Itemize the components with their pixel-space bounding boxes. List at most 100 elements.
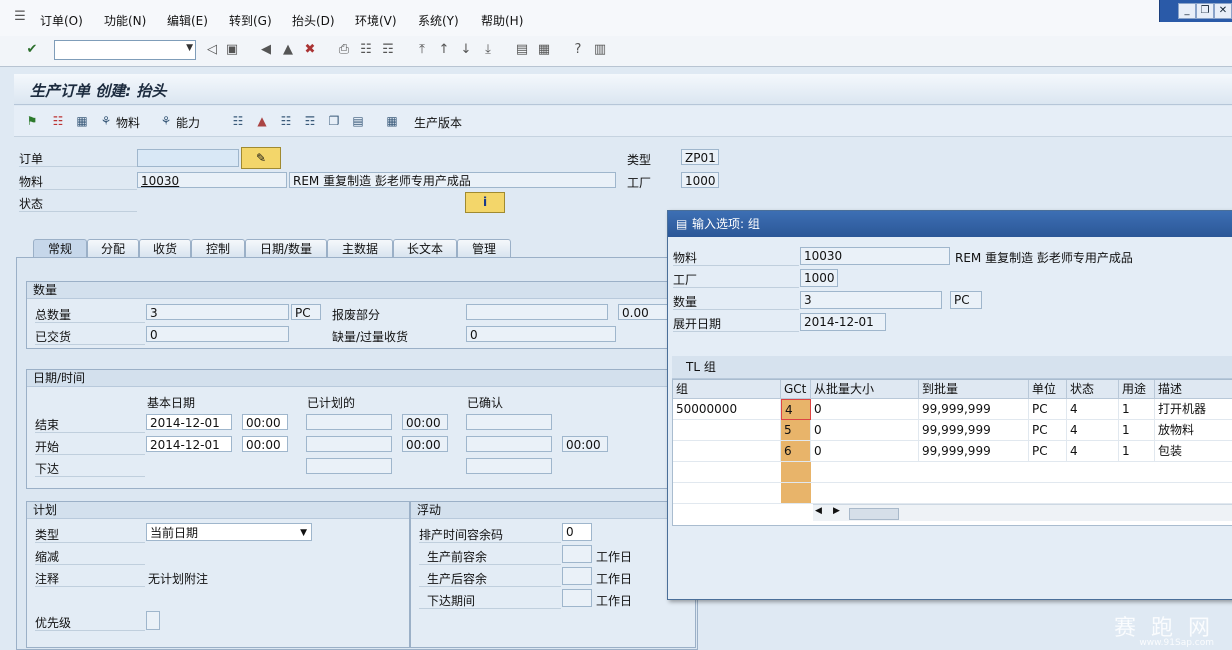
col-header-gct[interactable]: GCt xyxy=(781,380,811,399)
chevron-down-icon[interactable]: ▼ xyxy=(186,43,193,53)
chevron-down-icon[interactable]: ▼ xyxy=(300,524,307,540)
find-next-icon[interactable]: ☶ xyxy=(380,42,396,58)
exit-icon[interactable]: ▲ xyxy=(280,42,296,58)
tab-administration[interactable]: 管理 xyxy=(457,239,511,258)
plan-type-select[interactable]: 当前日期 ▼ xyxy=(146,523,312,541)
end-date-field[interactable]: 2014-12-01 xyxy=(146,414,232,430)
hat-icon[interactable]: ▲ xyxy=(254,113,270,129)
structure-icon[interactable]: ☶ xyxy=(302,113,318,129)
capacity-button[interactable]: 能力 xyxy=(176,114,200,131)
menu-function[interactable]: 功能(N) xyxy=(104,12,146,29)
tab-goods-receipt[interactable]: 收货 xyxy=(139,239,191,258)
menu-system[interactable]: 系统(Y) xyxy=(418,12,459,29)
row3-to-lot[interactable]: 99,999,999 xyxy=(919,441,1029,462)
edit-order-button[interactable]: ✎ xyxy=(241,147,281,169)
cancel-icon[interactable]: ✖ xyxy=(302,42,318,58)
material-icon[interactable]: ⚘ xyxy=(98,113,114,129)
menu-environment[interactable]: 环境(V) xyxy=(355,12,397,29)
capacity-icon[interactable]: ⚘ xyxy=(158,113,174,129)
row1-description[interactable]: 打开机器 xyxy=(1155,399,1232,420)
sched-margin-field[interactable]: 0 xyxy=(562,523,592,541)
new-session-icon[interactable]: ▤ xyxy=(514,42,530,58)
tab-general[interactable]: 常规 xyxy=(33,239,87,258)
row1-status[interactable]: 4 xyxy=(1067,399,1119,420)
menu-order[interactable]: 订单(O) xyxy=(40,12,83,29)
row2-to-lot[interactable]: 99,999,999 xyxy=(919,420,1029,441)
enter-icon[interactable]: ✔ xyxy=(24,42,40,58)
row1-group[interactable]: 50000000 xyxy=(673,399,781,420)
end-time-field[interactable]: 00:00 xyxy=(242,414,288,430)
find-icon[interactable]: ☷ xyxy=(358,42,374,58)
order-field[interactable] xyxy=(137,149,239,167)
row1-usage[interactable]: 1 xyxy=(1119,399,1155,420)
copy-icon[interactable]: ❐ xyxy=(326,113,342,129)
row3-usage[interactable]: 1 xyxy=(1119,441,1155,462)
menu-goto[interactable]: 转到(G) xyxy=(229,12,272,29)
scroll-thumb[interactable] xyxy=(849,508,899,520)
row3-unit[interactable]: PC xyxy=(1029,441,1067,462)
prev-page-icon[interactable]: ↑ xyxy=(436,42,452,58)
row2-usage[interactable]: 1 xyxy=(1119,420,1155,441)
row2-description[interactable]: 放物料 xyxy=(1155,420,1232,441)
first-page-icon[interactable]: ⤒ xyxy=(414,42,430,58)
command-field[interactable]: ▼ xyxy=(54,40,196,60)
col-header-usage[interactable]: 用途 xyxy=(1119,380,1155,399)
help-icon[interactable]: ? xyxy=(570,42,586,58)
close-icon[interactable]: ✕ xyxy=(1214,3,1232,19)
horizontal-scrollbar[interactable]: ◀ ▶ xyxy=(813,504,1232,521)
start-date-field[interactable]: 2014-12-01 xyxy=(146,436,232,452)
back-arrow-icon[interactable]: ◁ xyxy=(204,42,220,58)
row3-status[interactable]: 4 xyxy=(1067,441,1119,462)
scroll-right-icon[interactable]: ▶ xyxy=(833,506,840,516)
clipboard-icon[interactable]: ▤ xyxy=(350,113,366,129)
row2-group[interactable] xyxy=(673,420,781,441)
material-button[interactable]: 物料 xyxy=(116,114,140,131)
layout-icon[interactable]: ▥ xyxy=(592,42,608,58)
row3-group[interactable] xyxy=(673,441,781,462)
tab-assignment[interactable]: 分配 xyxy=(87,239,139,258)
row3-from-lot[interactable]: 0 xyxy=(811,441,919,462)
save-icon[interactable]: ▣ xyxy=(224,42,240,58)
production-version-button[interactable]: 生产版本 xyxy=(414,114,462,131)
menu-edit[interactable]: 编辑(E) xyxy=(167,12,208,29)
menu-help[interactable]: 帮助(H) xyxy=(481,12,523,29)
row3-gct[interactable]: 6 xyxy=(781,441,811,462)
row2-gct[interactable]: 5 xyxy=(781,420,811,441)
flag-icon[interactable]: ⚑ xyxy=(24,113,40,129)
col-header-description[interactable]: 描述 xyxy=(1155,380,1232,399)
tab-master-data[interactable]: 主数据 xyxy=(327,239,393,258)
next-page-icon[interactable]: ↓ xyxy=(458,42,474,58)
calculator-icon[interactable]: ▦ xyxy=(74,113,90,129)
shortcut-icon[interactable]: ▦ xyxy=(536,42,552,58)
status-info-button[interactable]: i xyxy=(465,192,505,213)
print-icon[interactable]: ⎙ xyxy=(336,42,352,58)
col-header-status[interactable]: 状态 xyxy=(1067,380,1119,399)
col-header-unit[interactable]: 单位 xyxy=(1029,380,1067,399)
start-time-field[interactable]: 00:00 xyxy=(242,436,288,452)
minimize-icon[interactable]: _ xyxy=(1178,3,1196,19)
hierarchy-icon[interactable]: ☷ xyxy=(230,113,246,129)
row2-unit[interactable]: PC xyxy=(1029,420,1067,441)
row1-from-lot[interactable]: 0 xyxy=(811,399,919,420)
tab-control[interactable]: 控制 xyxy=(191,239,245,258)
row2-status[interactable]: 4 xyxy=(1067,420,1119,441)
dialog-title-bar[interactable]: ▤ 输入选项: 组 xyxy=(668,211,1232,237)
tab-dates-quantities[interactable]: 日期/数量 xyxy=(245,239,327,258)
material-field[interactable]: 10030 xyxy=(137,172,287,188)
row1-gct[interactable]: 4 xyxy=(781,399,811,420)
priority-field[interactable] xyxy=(146,611,160,630)
table-icon[interactable]: ▦ xyxy=(384,113,400,129)
operations-icon[interactable]: ☷ xyxy=(278,113,294,129)
row3-description[interactable]: 包装 xyxy=(1155,441,1232,462)
tab-long-text[interactable]: 长文本 xyxy=(393,239,457,258)
row1-unit[interactable]: PC xyxy=(1029,399,1067,420)
col-header-from-lot[interactable]: 从批量大小 xyxy=(811,380,919,399)
document-icon[interactable]: ☷ xyxy=(50,113,66,129)
row2-from-lot[interactable]: 0 xyxy=(811,420,919,441)
menu-header[interactable]: 抬头(D) xyxy=(292,12,335,29)
col-header-to-lot[interactable]: 到批量 xyxy=(919,380,1029,399)
col-header-group[interactable]: 组 xyxy=(673,380,781,399)
last-page-icon[interactable]: ⤓ xyxy=(480,42,496,58)
sap-menu-icon[interactable]: ☰ xyxy=(12,9,28,25)
restore-icon[interactable]: ❐ xyxy=(1196,3,1214,19)
